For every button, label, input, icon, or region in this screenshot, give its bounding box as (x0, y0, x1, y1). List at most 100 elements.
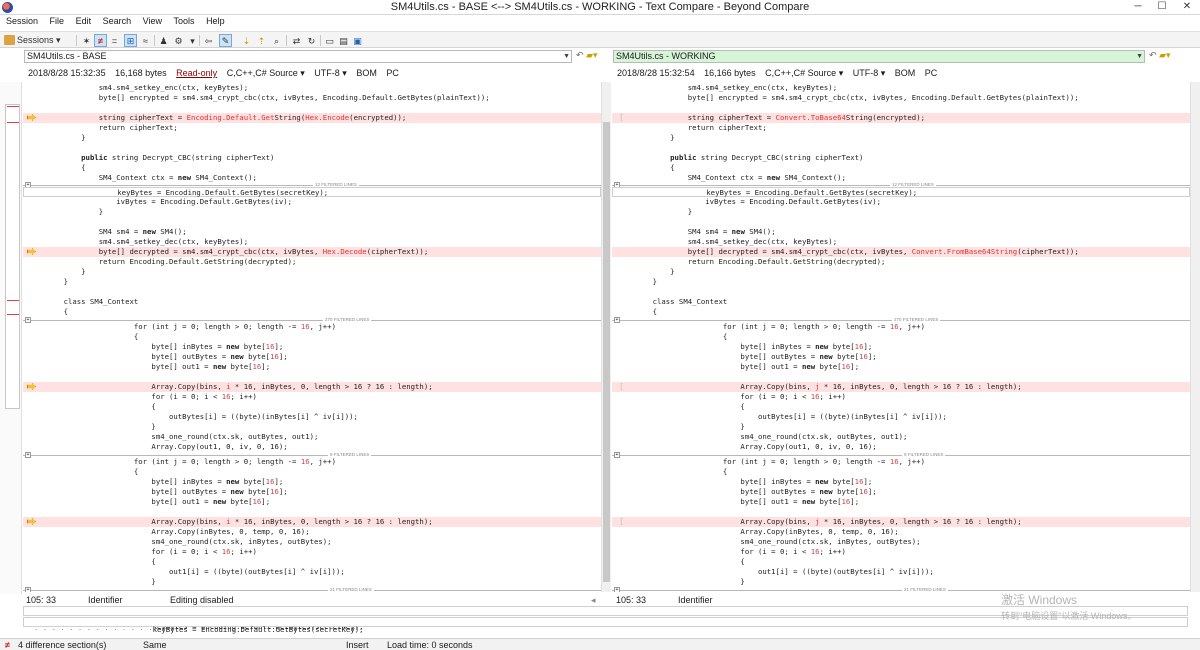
right-path-field[interactable]: SM4Utils.cs - WORKING ▼ (613, 50, 1145, 63)
show-same-icon[interactable]: = (108, 34, 121, 47)
expand-icon[interactable]: + (614, 587, 620, 592)
difference-count: 4 difference section(s) (18, 640, 107, 650)
edit-pencil-icon[interactable]: ✎ (219, 34, 232, 47)
menu-session[interactable]: Session (3, 15, 41, 27)
diff-marker (7, 122, 19, 123)
toolbar-separator (154, 35, 155, 46)
view-single-icon[interactable]: ▭ (323, 34, 336, 47)
menu-file[interactable]: File (47, 15, 68, 27)
diff-line: byte[] decrypted = sm4.sm4_crypt_cbc(ctx… (612, 247, 1190, 257)
left-file-info: 2018/8/28 15:32:35 16,168 bytes Read-onl… (28, 68, 406, 79)
left-date: 2018/8/28 15:32:35 (28, 68, 106, 78)
code-line: byte[] outBytes = new byte[16]; (635, 487, 877, 496)
code-line: return Encoding.Default.GetString(decryp… (635, 257, 886, 266)
open-folder-icon[interactable]: ▰▾ (1159, 50, 1170, 60)
close-button[interactable]: ✕ (1176, 0, 1198, 14)
sessions-button[interactable]: Sessions ▾ (3, 34, 73, 47)
right-format-select[interactable]: C,C++,C# Source ▾ (765, 68, 843, 78)
left-format-select[interactable]: C,C++,C# Source ▾ (227, 68, 305, 78)
code-line: return cipherText; (635, 123, 767, 132)
code-line: { (635, 557, 745, 566)
menu-help[interactable]: Help (203, 15, 228, 27)
filtered-lines-divider: +270 FILTERED LINES (612, 317, 1190, 323)
maximize-button[interactable]: ☐ (1151, 0, 1173, 14)
copy-to-left-icon[interactable]: ⇦ (202, 34, 215, 47)
code-line: return cipherText; (46, 123, 178, 132)
scrollbar-thumb[interactable] (603, 122, 610, 582)
window-title: SM4Utils.cs - BASE <--> SM4Utils.cs - WO… (390, 1, 810, 13)
code-line: outBytes[i] = ((byte)(inBytes[i] ^ iv[i]… (635, 412, 947, 421)
right-bom[interactable]: BOM (895, 68, 916, 78)
ignore-unimportant-icon[interactable]: ≈ (139, 34, 152, 47)
show-all-icon[interactable]: ✶ (80, 34, 93, 47)
right-vertical-scrollbar[interactable] (1190, 82, 1200, 592)
left-text-pane[interactable]: sm4.sm4_setkey_enc(ctx, keyBytes); byte[… (23, 82, 601, 592)
menu-view[interactable]: View (140, 15, 165, 27)
filtered-lines-divider: +12 FILTERED LINES (612, 182, 1190, 188)
left-token-type: Identifier (88, 595, 123, 605)
context-icon[interactable]: ⊞ (124, 34, 137, 47)
left-path-field[interactable]: SM4Utils.cs - BASE ▼ (24, 50, 572, 63)
code-line: sm4.sm4_setkey_enc(ctx, keyBytes); (46, 83, 249, 92)
chevron-down-icon[interactable]: ▼ (563, 51, 570, 62)
diff-bracket-icon: [ (619, 113, 624, 122)
chevron-down-icon[interactable]: ▼ (1136, 51, 1143, 62)
diff-marker (7, 106, 19, 107)
code-line: ivBytes = Encoding.Default.GetBytes(iv); (635, 197, 882, 206)
code-line: Array.Copy(out1, 0, iv, 0, 16); (635, 442, 877, 451)
right-text-pane[interactable]: sm4.sm4_setkey_enc(ctx, keyBytes); byte[… (612, 82, 1190, 592)
thumbnail-overview[interactable] (0, 82, 22, 594)
left-eol[interactable]: PC (386, 68, 399, 78)
overview-viewport[interactable] (5, 104, 20, 409)
filtered-lines-divider: +270 FILTERED LINES (23, 317, 601, 323)
reload-icon[interactable]: ↻ (305, 34, 318, 47)
copy-arrow-icon[interactable] (27, 114, 36, 121)
expand-icon[interactable]: + (25, 587, 31, 592)
diff-line: [ Array.Copy(bins, j * 16, inBytes, 0, l… (612, 382, 1190, 392)
view-split-icon[interactable]: ▤ (337, 34, 350, 47)
toolbar-separator (320, 35, 321, 46)
menu-edit[interactable]: Edit (73, 15, 95, 27)
menu-tools[interactable]: Tools (171, 15, 198, 27)
format-icon[interactable]: ⚙ (172, 34, 185, 47)
dropdown-chevron-icon[interactable]: ▾ (186, 34, 199, 47)
scroll-left-arrow-icon[interactable]: ◂ (591, 595, 596, 606)
rules-icon[interactable]: ♟ (157, 34, 170, 47)
code-line: byte[] inBytes = new byte[16]; (635, 477, 873, 486)
find-binoculars-icon[interactable]: ⌕ (270, 34, 283, 47)
code-line: } (46, 277, 68, 286)
left-edit-state: Editing disabled (170, 595, 234, 605)
menu-search[interactable]: Search (100, 15, 135, 27)
code-line: byte[] inBytes = new byte[16]; (635, 342, 873, 351)
history-icon[interactable]: ↶ (576, 50, 584, 60)
copy-arrow-icon[interactable] (27, 383, 36, 390)
next-diff-icon[interactable]: ⇣ (240, 34, 253, 47)
code-line: } (635, 267, 675, 276)
code-line: } (635, 577, 745, 586)
current-line: keyBytes = Encoding.Default.GetBytes(sec… (612, 187, 1190, 197)
code-line: sm4.sm4_setkey_dec(ctx, keyBytes); (635, 237, 838, 246)
comparison-result: Same (143, 640, 167, 650)
swap-sides-icon[interactable]: ⇄ (290, 34, 303, 47)
right-eol[interactable]: PC (925, 68, 938, 78)
copy-arrow-icon[interactable] (27, 518, 36, 525)
code-line: sm4_one_round(ctx.sk, outBytes, out1); (635, 432, 908, 441)
code-line: for (int j = 0; length > 0; length -= 16… (46, 457, 336, 466)
copy-arrow-icon[interactable] (27, 248, 36, 255)
minimize-button[interactable]: ─ (1127, 0, 1149, 14)
show-diffs-icon[interactable]: ≠ (94, 34, 107, 47)
history-icon[interactable]: ↶ (1149, 50, 1157, 60)
view-options-icon[interactable]: ▣ (351, 34, 364, 47)
open-folder-icon[interactable]: ▰▾ (586, 50, 597, 60)
left-vertical-scrollbar[interactable] (601, 82, 611, 592)
prev-diff-icon[interactable]: ⇡ (255, 34, 268, 47)
right-encoding-select[interactable]: UTF-8 ▾ (853, 68, 886, 78)
insert-mode: Insert (346, 640, 369, 650)
left-encoding-select[interactable]: UTF-8 ▾ (314, 68, 347, 78)
left-bom[interactable]: BOM (356, 68, 377, 78)
code-line: { (635, 332, 728, 341)
toolbar-separator (76, 35, 77, 46)
code-line: } (635, 277, 657, 286)
code-line: for (i = 0; i < 16; i++) (635, 392, 846, 401)
read-only-toggle[interactable]: Read-only (176, 68, 217, 78)
